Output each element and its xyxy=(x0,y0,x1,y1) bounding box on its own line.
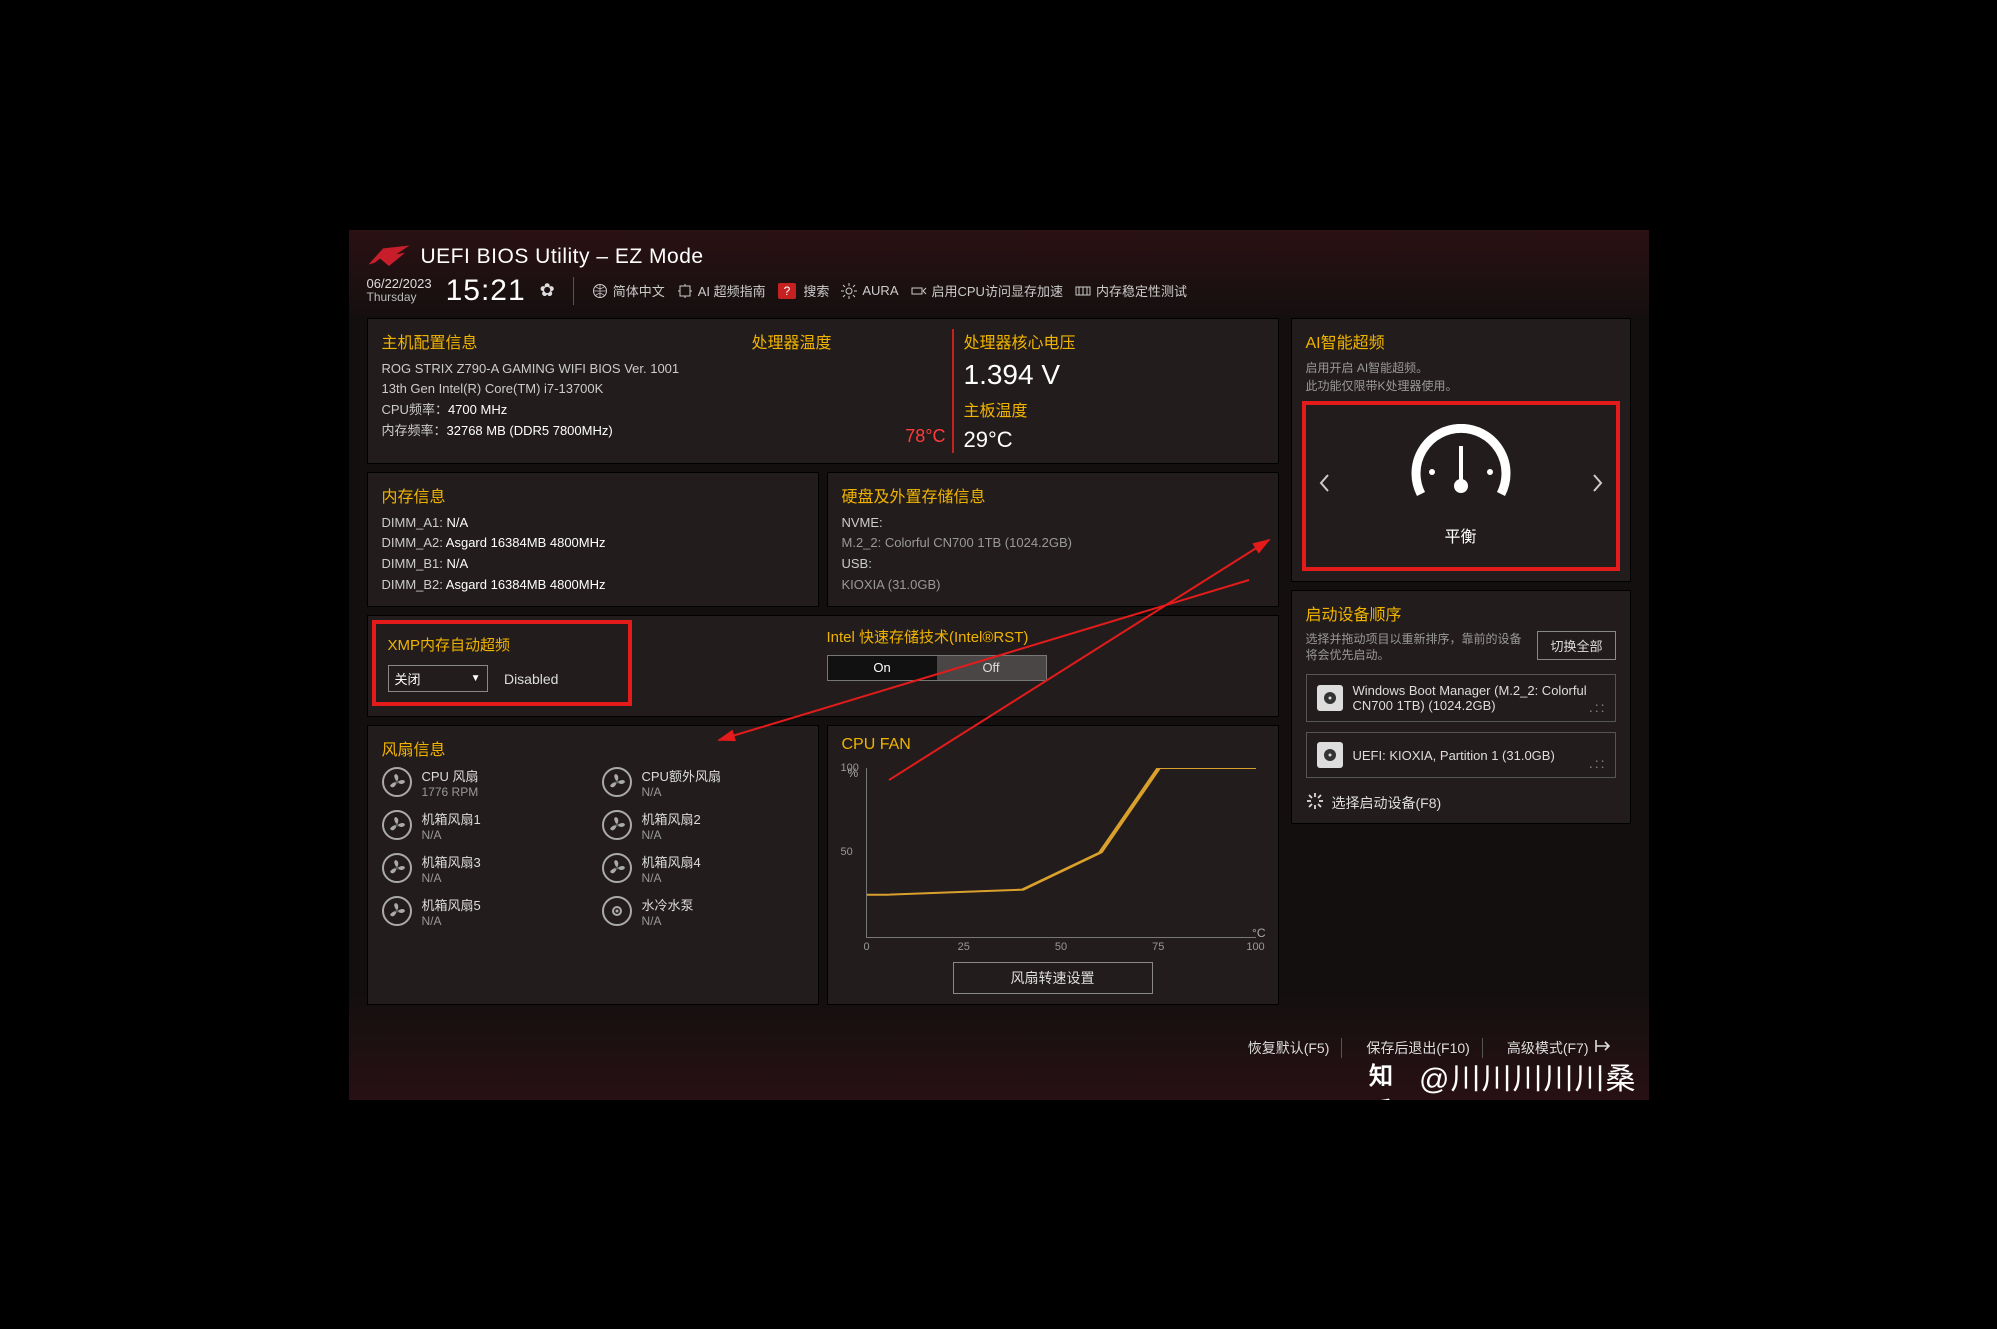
rst-on[interactable]: On xyxy=(828,656,937,680)
boot-desc: 选择并拖动项目以重新排序，靠前的设备将会优先启动。 xyxy=(1306,631,1530,665)
dimm-slot: DIMM_B1: N/A xyxy=(382,554,804,575)
fan-item: CPU额外风扇N/A xyxy=(602,766,804,799)
zhihu-logo-icon: 知乎 xyxy=(1369,1056,1409,1096)
fan-icon xyxy=(382,896,412,926)
fan-item: 机箱风扇4N/A xyxy=(602,852,804,885)
nvme-device: M.2_2: Colorful CN700 1TB (1024.2GB) xyxy=(842,533,1264,554)
rog-logo-icon xyxy=(367,244,411,270)
boot-device-item[interactable]: Windows Boot Manager (M.2_2: Colorful CN… xyxy=(1306,674,1616,722)
mb-temp-value: 29°C xyxy=(964,427,1264,453)
ai-desc: 启用开启 AI智能超频。 此功能仅限带K处理器使用。 xyxy=(1306,359,1616,395)
dimm-slot: DIMM_A1: N/A xyxy=(382,513,804,534)
xmp-title: XMP内存自动超频 xyxy=(388,634,616,655)
date-block: 06/22/2023 Thursday xyxy=(367,277,432,304)
x-unit: °C xyxy=(1252,926,1265,940)
usb-label: USB: xyxy=(842,554,1264,575)
fan-item: 机箱风扇2N/A xyxy=(602,809,804,842)
system-info-panel: 主机配置信息 ROG STRIX Z790-A GAMING WIFI BIOS… xyxy=(367,318,1279,464)
vcore-box: 处理器核心电压 1.394 V 主板温度 29°C xyxy=(952,329,1264,453)
disk-icon xyxy=(1317,685,1343,711)
cpu-freq-row: CPU频率：4700 MHz xyxy=(382,400,742,421)
gear-icon[interactable]: ✿ xyxy=(540,280,555,301)
usb-device: KIOXIA (31.0GB) xyxy=(842,575,1264,596)
fan-icon xyxy=(602,810,632,840)
ai-chip-icon xyxy=(677,283,693,299)
ai-mode-label: 平衡 xyxy=(1444,523,1476,547)
rst-title: Intel 快速存储技术(Intel®RST) xyxy=(827,626,1264,647)
xmp-dropdown[interactable]: 关闭 ▼ xyxy=(388,665,488,692)
rst-toggle[interactable]: On Off xyxy=(827,655,1047,681)
boot-order-panel: 启动设备顺序 选择并拖动项目以重新排序，靠前的设备将会优先启动。 切换全部 Wi… xyxy=(1291,590,1631,825)
boot-device-item[interactable]: UEFI: KIOXIA, Partition 1 (31.0GB).:: xyxy=(1306,732,1616,778)
day-text: Thursday xyxy=(367,291,432,304)
fan-icon xyxy=(382,767,412,797)
question-badge-icon: ? xyxy=(778,283,797,299)
fan-item: 机箱风扇1N/A xyxy=(382,809,584,842)
cpu-temp-value: 78°C xyxy=(905,426,945,447)
pump-icon xyxy=(602,896,632,926)
ai-overclock-guide[interactable]: AI 超频指南 xyxy=(677,281,766,300)
fan-info-panel: 风扇信息 CPU 风扇1776 RPMCPU额外风扇N/A机箱风扇1N/A机箱风… xyxy=(367,725,819,1005)
choose-boot-device-button[interactable]: 选择启动设备(F8) xyxy=(1306,792,1616,813)
mem-freq-row: 内存频率：32768 MB (DDR5 7800MHz) xyxy=(382,421,742,442)
memory-speed-icon xyxy=(911,283,927,299)
ai-mode-highlight-box: 平衡 xyxy=(1302,401,1620,571)
fan-item: 机箱风扇3N/A xyxy=(382,852,584,885)
fan-icon xyxy=(382,810,412,840)
clock-time: 15:21 xyxy=(444,274,528,308)
dimm-slot: DIMM_B2: Asgard 16384MB 4800MHz xyxy=(382,575,804,596)
divider xyxy=(573,277,574,305)
aura-sun-icon xyxy=(841,283,857,299)
cpu-fan-chart-panel: CPU FAN % 100 50 0 25 50 75 100 xyxy=(827,725,1279,1005)
fan-item: 水冷水泵N/A xyxy=(602,895,804,928)
swap-all-button[interactable]: 切换全部 xyxy=(1537,631,1615,660)
fan-icon xyxy=(382,853,412,883)
drag-grip-icon: .:: xyxy=(1589,755,1607,771)
fan-curve-chart[interactable]: 100 50 0 25 50 75 100 xyxy=(866,768,1256,938)
search-button[interactable]: ? 搜索 xyxy=(778,281,830,300)
memory-info-panel: 内存信息 DIMM_A1: N/ADIMM_A2: Asgard 16384MB… xyxy=(367,472,819,607)
chevron-down-icon: ▼ xyxy=(471,673,481,684)
ai-overclock-panel: AI智能超频 启用开启 AI智能超频。 此功能仅限带K处理器使用。 xyxy=(1291,318,1631,582)
rst-off[interactable]: Off xyxy=(937,656,1046,680)
fan-item: 机箱风扇5N/A xyxy=(382,895,584,928)
xmp-highlight-box: XMP内存自动超频 关闭 ▼ Disabled xyxy=(372,620,632,706)
mem-stability-button[interactable]: 内存稳定性测试 xyxy=(1075,281,1187,300)
board-model: ROG STRIX Z790-A GAMING WIFI BIOS Ver. 1… xyxy=(382,359,742,380)
app-title: UEFI BIOS Utility – EZ Mode xyxy=(421,245,704,269)
ai-next-button[interactable] xyxy=(1584,467,1610,505)
fan-speed-settings-button[interactable]: 风扇转速设置 xyxy=(953,962,1153,994)
memory-test-icon xyxy=(1075,283,1091,299)
watermark: 知乎 @川川川川川桑 xyxy=(1369,1054,1636,1098)
sysinfo-title: 主机配置信息 xyxy=(382,329,742,353)
disk-icon xyxy=(1317,742,1343,768)
language-selector[interactable]: 简体中文 xyxy=(592,281,665,300)
cpu-model: 13th Gen Intel(R) Core(TM) i7-13700K xyxy=(382,379,742,400)
date-text: 06/22/2023 xyxy=(367,277,432,291)
fan-icon xyxy=(602,853,632,883)
cpu-mem-accel-button[interactable]: 启用CPU访问显存加速 xyxy=(911,281,1063,300)
globe-icon xyxy=(592,283,608,299)
vcore-value: 1.394 V xyxy=(964,359,1264,391)
fan-item: CPU 风扇1776 RPM xyxy=(382,766,584,799)
drag-grip-icon: .:: xyxy=(1589,699,1607,715)
cpu-temp-box: 处理器温度 78°C xyxy=(752,329,952,453)
gauge-icon xyxy=(1406,424,1516,509)
xmp-status: Disabled xyxy=(492,671,558,687)
fan-icon xyxy=(602,767,632,797)
nvme-label: NVME: xyxy=(842,513,1264,534)
storage-info-panel: 硬盘及外置存储信息 NVME: M.2_2: Colorful CN700 1T… xyxy=(827,472,1279,607)
restore-defaults-button[interactable]: 恢复默认(F5) xyxy=(1236,1038,1343,1058)
dimm-slot: DIMM_A2: Asgard 16384MB 4800MHz xyxy=(382,533,804,554)
ai-prev-button[interactable] xyxy=(1312,467,1338,505)
aura-button[interactable]: AURA xyxy=(841,283,898,299)
burst-icon xyxy=(1306,792,1324,813)
